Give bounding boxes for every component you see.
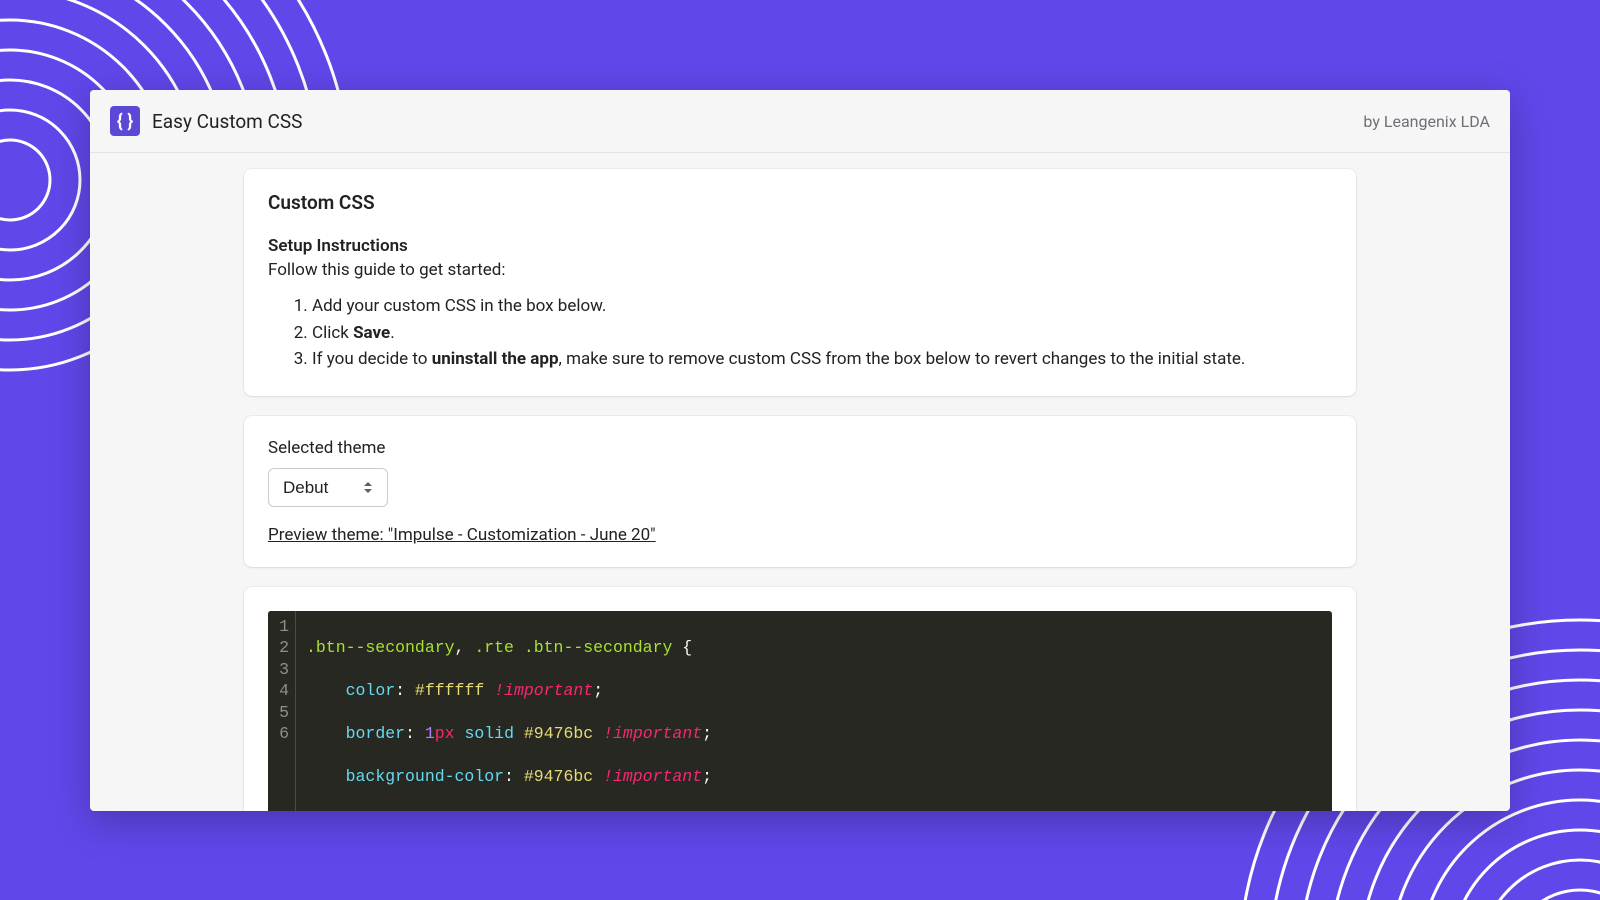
theme-select-wrap: Debut (268, 468, 388, 507)
setup-instructions-heading: Setup Instructions (268, 236, 1332, 256)
setup-steps-list: Add your custom CSS in the box below. Cl… (268, 294, 1332, 372)
theme-selector-card: Selected theme Debut Preview theme: "Imp… (244, 416, 1356, 567)
selected-theme-label: Selected theme (268, 438, 1332, 458)
app-logo-icon: { } (110, 106, 140, 136)
instructions-card: Custom CSS Setup Instructions Follow thi… (244, 169, 1356, 396)
css-editor-card: 1 2 3 4 5 6 .btn--secondary, .rte .btn--… (244, 587, 1356, 811)
setup-step-1: Add your custom CSS in the box below. (312, 294, 1332, 319)
theme-select[interactable]: Debut (268, 468, 388, 507)
instructions-title: Custom CSS (268, 191, 1332, 214)
app-header: { } Easy Custom CSS by Leangenix LDA (90, 90, 1510, 153)
editor-code-area[interactable]: .btn--secondary, .rte .btn--secondary { … (296, 611, 1332, 811)
editor-gutter: 1 2 3 4 5 6 (268, 611, 296, 811)
app-title: Easy Custom CSS (152, 110, 302, 133)
setup-instructions-lead: Follow this guide to get started: (268, 260, 1332, 280)
setup-step-3: If you decide to uninstall the app, make… (312, 347, 1332, 372)
css-editor[interactable]: 1 2 3 4 5 6 .btn--secondary, .rte .btn--… (268, 611, 1332, 811)
setup-step-2: Click Save. (312, 321, 1332, 346)
app-frame: { } Easy Custom CSS by Leangenix LDA Cus… (90, 90, 1510, 811)
app-byline: by Leangenix LDA (1363, 112, 1490, 131)
preview-theme-link[interactable]: Preview theme: "Impulse - Customization … (268, 525, 656, 545)
